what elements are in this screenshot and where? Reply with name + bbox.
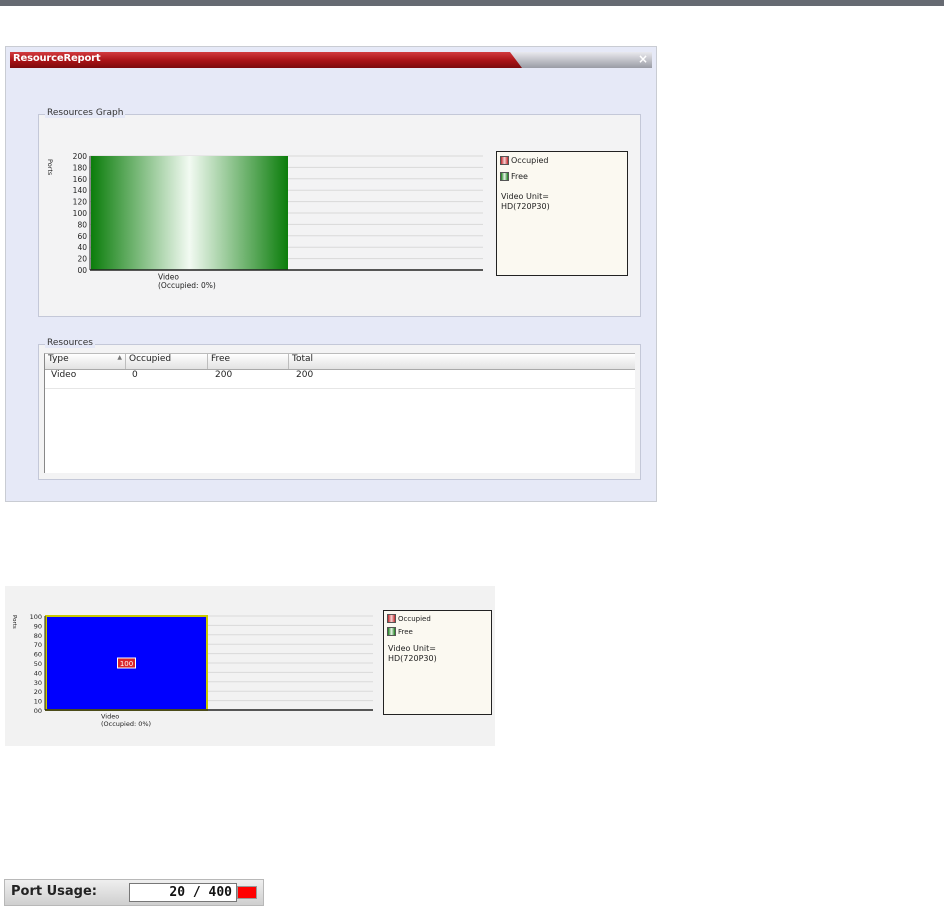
y-tick-label: 20 [34, 688, 42, 696]
y-tick-label: 80 [34, 632, 42, 640]
y-axis-label: Ports [46, 159, 54, 176]
legend-item-free-2: Free [387, 627, 413, 636]
y-tick-label: 140 [73, 186, 88, 195]
legend-occupied-label-2: Occupied [398, 614, 431, 623]
resources-graph-group: Resources Graph 200 180 160 140 120 100 80 60 40… [38, 108, 641, 317]
legend-note-2: Video Unit= HD(720P30) [388, 644, 437, 664]
chart-legend-2: Occupied Free Video Unit= HD(720P30) [383, 610, 492, 715]
resources-label: Resources [45, 338, 95, 348]
data-label: 100 [120, 660, 133, 668]
cell-occupied: 0 [132, 370, 138, 380]
port-usage-box: 20 / 400 [129, 883, 237, 902]
y-tick-label: 90 [34, 622, 42, 630]
title-bar-background [10, 52, 652, 68]
y-tick-label: 180 [73, 163, 88, 172]
legend-item-occupied-2: Occupied [387, 614, 431, 623]
y-tick-label: 100 [73, 209, 88, 218]
y-tick-label: 70 [34, 641, 42, 649]
y-tick-label: 200 [73, 152, 88, 161]
cell-type: Video [51, 370, 77, 380]
legend-occupied-label: Occupied [511, 156, 549, 165]
resources-group: Resources Type ▲ Occupied Free Total Vid… [38, 338, 641, 480]
y-tick-label: 20 [77, 255, 87, 264]
table-header: Type ▲ Occupied Free Total [45, 354, 635, 370]
legend-free-label: Free [511, 172, 528, 181]
port-usage-bar: Port Usage: 20 / 400 [4, 879, 264, 906]
cell-free: 200 [215, 370, 233, 380]
legend-note-line-1: Video Unit= [501, 192, 549, 201]
chart-legend: Occupied Free Video Unit= HD(720P30) [496, 151, 628, 276]
column-header-free[interactable]: Free [208, 354, 289, 369]
window-title: ResourceReport [13, 53, 101, 64]
legend-note: Video Unit= HD(720P30) [501, 192, 550, 212]
cell-total: 200 [296, 370, 314, 380]
legend-item-occupied: Occupied [500, 156, 548, 165]
x-category-sublabel: (Occupied: 0%) [101, 720, 151, 728]
y-tick-label: 60 [77, 232, 87, 241]
port-chart-panel: 100 90 80 70 60 50 40 30 20 10 00 Ports 100 Video (Occ… [5, 586, 495, 746]
y-tick-label: 30 [34, 679, 42, 687]
y-tick-label: 00 [77, 266, 87, 275]
y-tick-label: 100 [30, 613, 42, 621]
top-border [0, 0, 944, 6]
y-tick-label: 40 [77, 243, 87, 252]
y-tick-label: 120 [73, 198, 88, 207]
y-tick-label: 40 [34, 669, 42, 677]
occupied-swatch-icon [387, 614, 396, 623]
legend-item-free: Free [500, 172, 528, 181]
resources-table: Type ▲ Occupied Free Total Video 0 200 2… [44, 353, 635, 473]
column-type-label: Type [48, 354, 69, 364]
y-tick-label: 60 [34, 651, 42, 659]
table-row[interactable]: Video 0 200 200 [45, 370, 635, 389]
port-usage-value: 20 / 400 [169, 885, 232, 900]
free-swatch-icon [500, 172, 509, 181]
port-usage-indicator [237, 886, 257, 899]
occupied-swatch-icon [500, 156, 509, 165]
free-swatch-icon [387, 627, 396, 636]
legend-note-2-line-2: HD(720P30) [388, 654, 437, 663]
legend-note-2-line-1: Video Unit= [388, 644, 436, 653]
title-bar[interactable]: ResourceReport × [10, 52, 652, 68]
column-header-occupied[interactable]: Occupied [126, 354, 208, 369]
x-category-sublabel: (Occupied: 0%) [158, 281, 216, 290]
y-tick-label: 50 [34, 660, 42, 668]
legend-note-line-2: HD(720P30) [501, 202, 550, 211]
close-icon[interactable]: × [638, 52, 648, 66]
y-tick-label: 00 [34, 707, 42, 715]
y-tick-label: 80 [77, 220, 87, 229]
legend-free-label-2: Free [398, 627, 413, 636]
column-header-total[interactable]: Total [289, 354, 635, 369]
y-tick-label: 10 [34, 698, 42, 706]
bar-video [91, 156, 288, 270]
y-axis-label: Ports [11, 615, 17, 629]
column-header-type[interactable]: Type ▲ [45, 354, 126, 369]
sort-icon: ▲ [117, 354, 122, 361]
resource-report-window: ResourceReport × Resources Graph 200 180 1… [5, 46, 657, 502]
y-tick-label: 160 [73, 175, 88, 184]
port-usage-label: Port Usage: [11, 884, 97, 899]
